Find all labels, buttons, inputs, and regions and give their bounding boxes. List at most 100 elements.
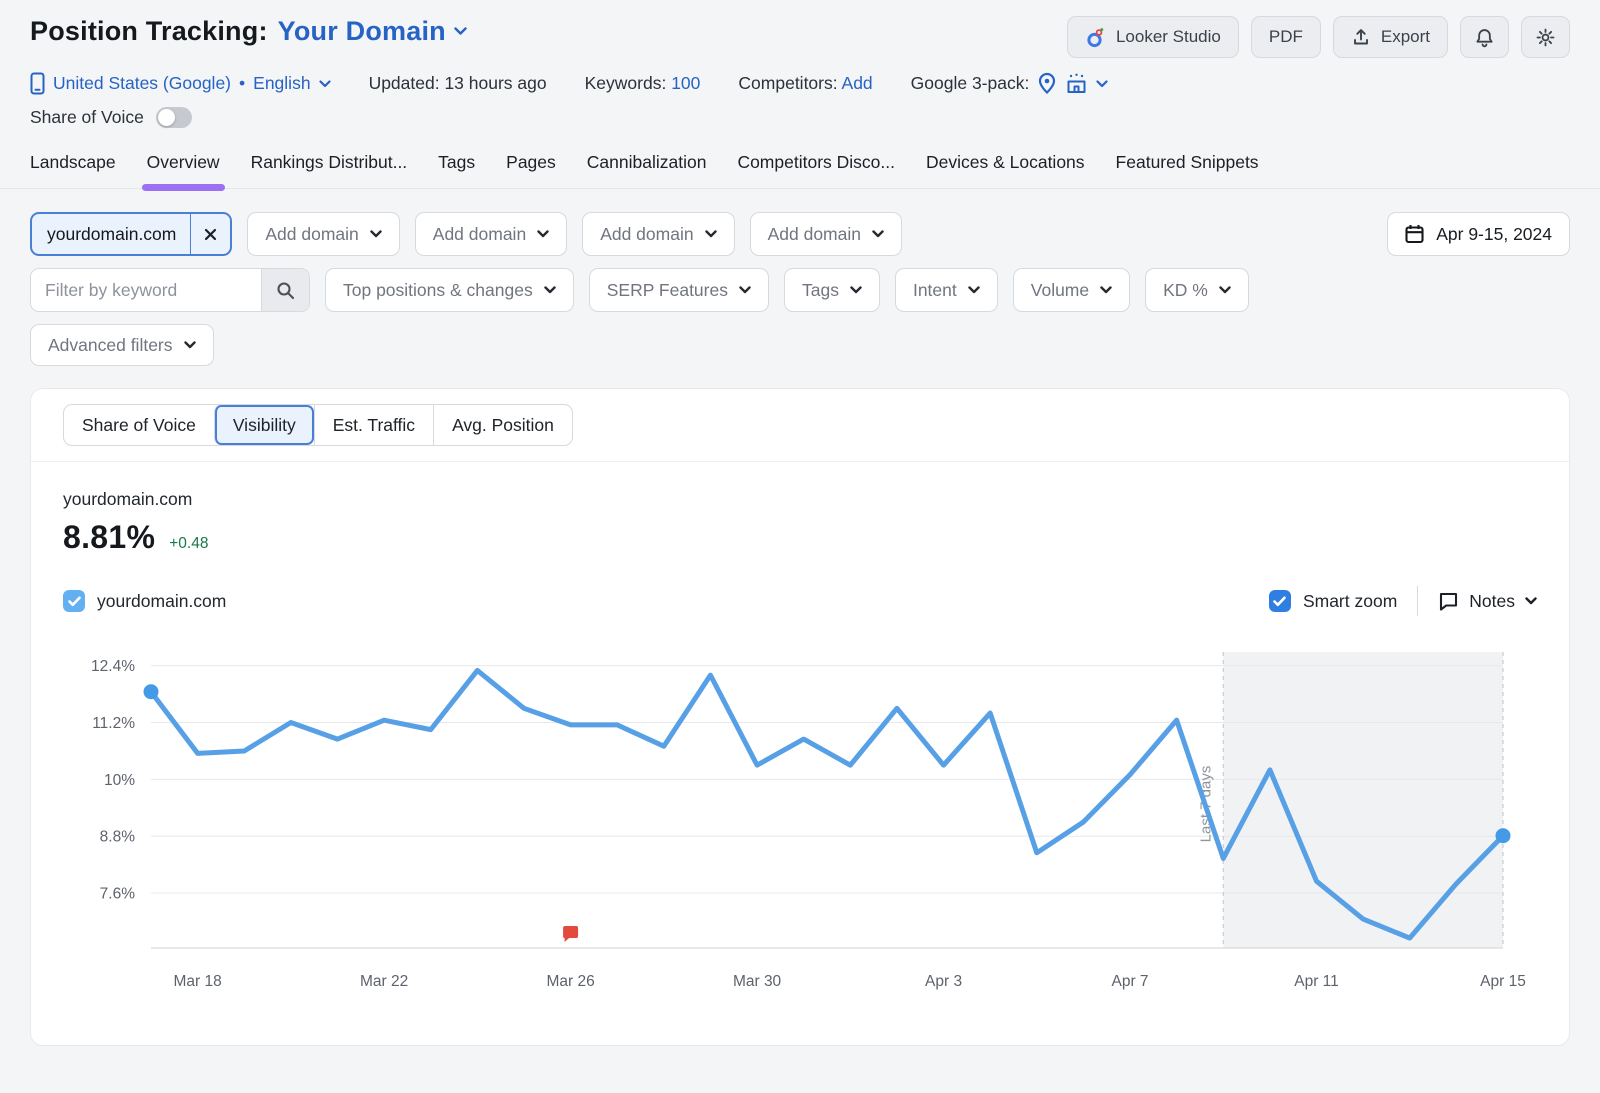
filter-serp-features[interactable]: SERP Features <box>589 268 769 312</box>
metric-domain-label: yourdomain.com <box>63 489 1537 510</box>
note-flag-icon <box>1438 591 1459 611</box>
filter-tags[interactable]: Tags <box>784 268 880 312</box>
tab-tags[interactable]: Tags <box>438 152 475 188</box>
check-icon <box>68 596 81 607</box>
tab-pages[interactable]: Pages <box>506 152 556 188</box>
tab-cannibalization[interactable]: Cannibalization <box>587 152 707 188</box>
filter-volume[interactable]: Volume <box>1013 268 1130 312</box>
filter-label: Volume <box>1031 280 1089 301</box>
filter-top-positions[interactable]: Top positions & changes <box>325 268 574 312</box>
svg-text:10%: 10% <box>104 772 135 789</box>
chevron-down-icon <box>537 230 549 238</box>
toggle-knob <box>158 109 175 126</box>
share-of-voice-toggle[interactable] <box>156 107 192 128</box>
filter-kd[interactable]: KD % <box>1145 268 1249 312</box>
svg-text:Mar 22: Mar 22 <box>360 973 408 990</box>
metric-tab-visibility[interactable]: Visibility <box>214 405 314 445</box>
looker-studio-button[interactable]: Looker Studio <box>1067 16 1239 58</box>
settings-button[interactable] <box>1521 16 1570 58</box>
smart-zoom-label: Smart zoom <box>1303 591 1397 612</box>
filter-label: Intent <box>913 280 957 301</box>
smart-zoom-checkbox[interactable] <box>1269 590 1291 612</box>
calendar-icon <box>1405 224 1424 244</box>
filter-intent[interactable]: Intent <box>895 268 998 312</box>
metric-tab-bar: Share of Voice Visibility Est. Traffic A… <box>31 389 1569 462</box>
add-domain-label: Add domain <box>768 224 861 245</box>
date-range-label: Apr 9-15, 2024 <box>1436 224 1552 245</box>
export-button[interactable]: Export <box>1333 16 1448 58</box>
chevron-down-icon <box>705 230 717 238</box>
svg-text:Mar 26: Mar 26 <box>546 973 594 990</box>
chevron-down-icon <box>739 286 751 294</box>
svg-text:12.4%: 12.4% <box>91 658 135 675</box>
visibility-card: Share of Voice Visibility Est. Traffic A… <box>30 388 1570 1046</box>
domain-series-checkbox[interactable] <box>63 590 85 612</box>
add-domain-button-1[interactable]: Add domain <box>247 212 399 256</box>
chart-legend-row: yourdomain.com Smart zoom Notes <box>31 556 1569 616</box>
remove-domain-button[interactable] <box>190 214 230 254</box>
tab-landscape[interactable]: Landscape <box>30 152 116 188</box>
chevron-down-icon <box>544 286 556 294</box>
add-domain-button-3[interactable]: Add domain <box>582 212 734 256</box>
svg-text:7.6%: 7.6% <box>100 886 136 903</box>
chevron-down-icon <box>1525 597 1537 605</box>
metric-value: 8.81% <box>63 519 155 556</box>
tab-devices-locations[interactable]: Devices & Locations <box>926 152 1085 188</box>
map-pin-icon <box>1037 72 1057 95</box>
tab-overview[interactable]: Overview <box>147 152 220 188</box>
competitors-add-link[interactable]: Add <box>842 73 873 93</box>
metric-tab-est-traffic[interactable]: Est. Traffic <box>314 405 433 445</box>
chevron-down-icon <box>1219 286 1231 294</box>
tab-featured-snippets[interactable]: Featured Snippets <box>1116 152 1259 188</box>
looker-studio-label: Looker Studio <box>1116 27 1221 47</box>
add-domain-label: Add domain <box>600 224 693 245</box>
metric-change-badge: +0.48 <box>169 535 208 553</box>
chevron-down-icon <box>1096 80 1108 88</box>
bell-icon <box>1474 27 1495 48</box>
pdf-button[interactable]: PDF <box>1251 16 1321 58</box>
add-domain-button-2[interactable]: Add domain <box>415 212 567 256</box>
gear-icon <box>1535 27 1556 48</box>
report-tabs: Landscape Overview Rankings Distribut...… <box>0 152 1600 189</box>
page-header: Position Tracking: Your Domain Looker St… <box>0 0 1600 128</box>
domain-chip: yourdomain.com <box>30 212 232 256</box>
date-range-picker[interactable]: Apr 9-15, 2024 <box>1387 212 1570 256</box>
pdf-label: PDF <box>1269 27 1303 47</box>
chart-area: 12.4%11.2%10%8.8%7.6%Last 7 daysMar 18Ma… <box>31 634 1569 1008</box>
svg-text:8.8%: 8.8% <box>100 829 136 846</box>
metric-tab-share-of-voice[interactable]: Share of Voice <box>64 405 214 445</box>
location-language-selector[interactable]: United States (Google) • English <box>30 72 331 95</box>
keywords-label: Keywords: <box>585 73 667 93</box>
mobile-device-icon <box>30 72 45 95</box>
svg-text:Apr 7: Apr 7 <box>1112 973 1149 990</box>
metric-tab-avg-position[interactable]: Avg. Position <box>433 405 572 445</box>
divider <box>1417 586 1418 616</box>
google-3pack-control[interactable]: Google 3-pack: <box>911 72 1109 95</box>
keyword-search-button[interactable] <box>261 269 309 311</box>
chevron-down-icon <box>850 286 862 294</box>
advanced-filters-label: Advanced filters <box>48 335 173 356</box>
chevron-down-icon <box>184 341 196 349</box>
local-pack-building-icon <box>1065 73 1088 94</box>
updated-status: Updated: 13 hours ago <box>369 73 547 94</box>
visibility-chart[interactable]: 12.4%11.2%10%8.8%7.6%Last 7 daysMar 18Ma… <box>31 634 1569 1008</box>
project-selector[interactable]: Your Domain <box>278 16 467 47</box>
svg-text:11.2%: 11.2% <box>92 715 135 732</box>
notifications-button[interactable] <box>1460 16 1509 58</box>
competitors-info: Competitors: Add <box>738 73 872 94</box>
search-icon <box>276 281 295 300</box>
legend-domain-label: yourdomain.com <box>97 591 226 612</box>
keyword-filter <box>30 268 310 312</box>
looker-studio-icon <box>1085 27 1106 48</box>
add-domain-button-4[interactable]: Add domain <box>750 212 902 256</box>
keyword-filter-input[interactable] <box>31 269 261 311</box>
location-label: United States (Google) <box>53 73 231 94</box>
advanced-filters-button[interactable]: Advanced filters <box>30 324 214 366</box>
tab-competitors-discovery[interactable]: Competitors Disco... <box>737 152 895 188</box>
notes-button[interactable]: Notes <box>1438 591 1537 612</box>
tab-rankings-distribution[interactable]: Rankings Distribut... <box>251 152 408 188</box>
keywords-count-link[interactable]: 100 <box>671 73 700 93</box>
bullet: • <box>239 73 245 94</box>
header-actions: Looker Studio PDF Export <box>1067 16 1570 58</box>
chevron-down-icon <box>454 27 467 36</box>
